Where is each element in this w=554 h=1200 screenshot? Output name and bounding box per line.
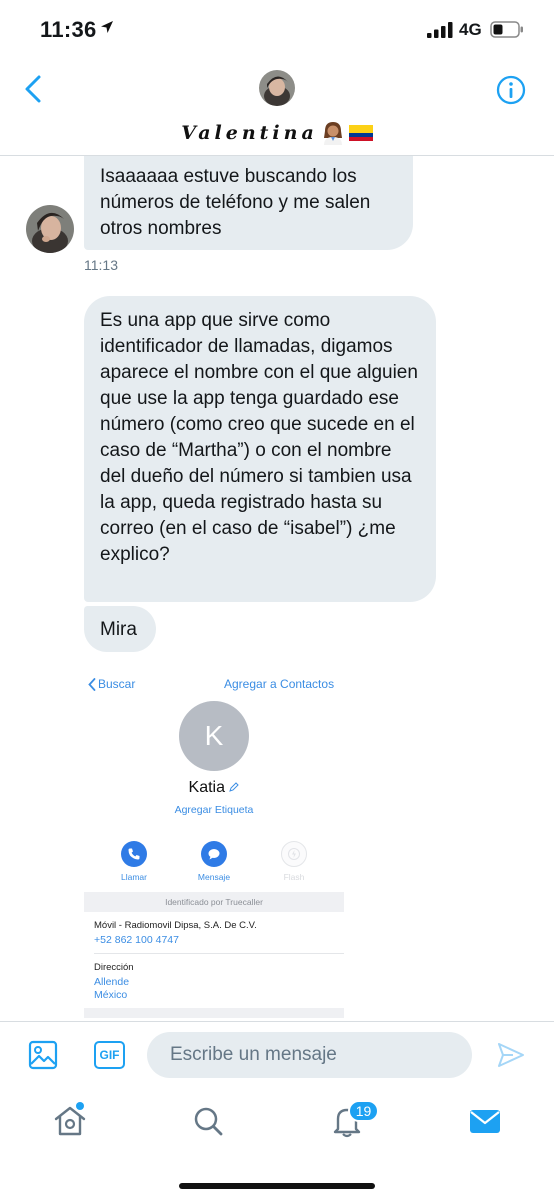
attachment-message-label: Mensaje [197, 872, 231, 882]
attachment-contact-name-text: Katia [188, 779, 225, 796]
attachment-add-contact: Agregar a Contactos [224, 677, 335, 691]
home-indicator [179, 1183, 375, 1189]
attachment-footer-band [84, 1008, 344, 1018]
chevron-left-icon [88, 677, 96, 691]
attachment-call-label: Llamar [121, 872, 147, 882]
status-time: 11:36 [40, 17, 97, 42]
contact-avatar[interactable] [259, 70, 295, 106]
message-sender-avatar[interactable] [26, 205, 74, 253]
attachment-call-action: Llamar [104, 841, 164, 882]
image-icon[interactable] [28, 1040, 58, 1070]
mail-icon[interactable] [467, 1103, 503, 1139]
woman-health-worker-emoji [323, 122, 342, 145]
attachment-back-link: Buscar [88, 677, 135, 691]
signal-bars-icon [427, 22, 453, 38]
attachment-phone-number: +52 862 100 4747 [94, 934, 179, 946]
attachment-address-line-1: Allende [94, 976, 130, 988]
info-icon[interactable] [495, 74, 527, 106]
attachment-flash-action: Flash [264, 841, 324, 882]
status-bar: 11:36 4G [0, 0, 554, 60]
attachment-address-line-2: México [94, 989, 128, 1001]
flash-icon [281, 841, 307, 867]
contact-name: Valentina [181, 122, 318, 144]
attachment-identified-by: Identificado por Truecaller [84, 892, 344, 912]
image-attachment[interactable]: Buscar Agregar a Contactos K Katia Agreg… [84, 664, 344, 1018]
battery-icon [490, 21, 523, 38]
attachment-divider [94, 953, 344, 954]
attachment-flash-label: Flash [283, 872, 305, 882]
attachment-address-label: Dirección [94, 962, 134, 973]
home-notification-dot [76, 1102, 84, 1110]
notification-badge: 19 [348, 1100, 379, 1122]
send-icon[interactable] [496, 1040, 526, 1070]
network-type: 4G [459, 20, 482, 39]
message-bubble-2[interactable]: Es una app que sirve como identificador … [84, 296, 436, 602]
back-button[interactable] [20, 73, 46, 105]
contact-name-row[interactable]: Valentina [140, 118, 415, 148]
colombia-flag-emoji [348, 125, 373, 141]
attachment-add-tag: Agregar Etiqueta [174, 804, 254, 816]
message-icon [201, 841, 227, 867]
message-bubble-1[interactable]: Isaaaaaa estuve buscando los números de … [84, 156, 413, 250]
attachment-carrier: Móvil - Radiomovil Dipsa, S.A. De C.V. [94, 920, 257, 931]
composer-divider [0, 1021, 554, 1022]
gif-button[interactable]: GIF [94, 1041, 125, 1069]
message-bubble-3[interactable]: Mira [84, 606, 156, 652]
attachment-back-label: Buscar [98, 677, 136, 691]
attachment-contact-avatar: K [179, 701, 249, 771]
message-timestamp: 11:13 [84, 257, 118, 273]
attachment-message-action: Mensaje [184, 841, 244, 882]
phone-icon [121, 841, 147, 867]
attachment-contact-name: Katia [84, 779, 344, 797]
location-arrow-icon [101, 21, 113, 33]
pencil-icon [229, 782, 240, 792]
message-input[interactable] [147, 1032, 472, 1078]
search-icon[interactable] [190, 1103, 226, 1139]
